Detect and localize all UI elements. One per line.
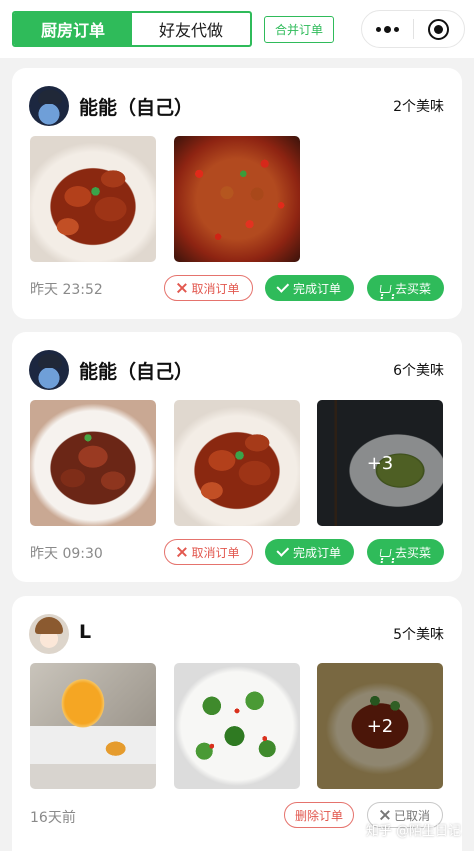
order-time: 16天前: [30, 810, 76, 826]
more-dishes-overlay[interactable]: +2: [317, 663, 443, 789]
dish-image[interactable]: [30, 400, 156, 526]
avatar[interactable]: [29, 350, 69, 390]
check-icon: [276, 279, 290, 293]
tab-kitchen-orders[interactable]: 厨房订单: [14, 13, 132, 45]
order-user-name: L: [79, 621, 92, 643]
order-type-switch: 厨房订单 好友代做: [12, 11, 252, 47]
more-dots-icon: [375, 25, 399, 33]
cancel-order-button[interactable]: 取消订单: [164, 539, 253, 565]
order-user-name: 能能（自己）: [79, 97, 194, 119]
merge-orders-button[interactable]: 合并订单: [264, 16, 334, 43]
more-menu-button[interactable]: [362, 11, 413, 47]
order-card[interactable]: 能能（自己） 6个美味 +3 昨天 09:30 取消订单 完成订单 去买菜: [12, 332, 462, 582]
dish-image[interactable]: [30, 663, 156, 789]
avatar[interactable]: [29, 86, 69, 126]
dish-image[interactable]: +2: [317, 663, 443, 789]
close-icon: [177, 283, 187, 293]
delete-order-button[interactable]: 删除订单: [284, 802, 354, 828]
cancel-order-label: 取消订单: [191, 281, 240, 296]
order-user-name: 能能（自己）: [79, 361, 194, 383]
close-mini-program-button[interactable]: [413, 11, 464, 47]
cancel-order-label: 取消订单: [191, 545, 240, 560]
buy-groceries-label: 去买菜: [394, 281, 431, 296]
watermark: 知乎 @陌生日记: [365, 824, 461, 839]
more-dishes-overlay[interactable]: +3: [317, 400, 443, 526]
dish-count: 5个美味: [393, 627, 444, 643]
top-bar: 厨房订单 好友代做 合并订单: [0, 0, 474, 58]
tab-friend-orders[interactable]: 好友代做: [132, 13, 250, 45]
cart-icon: [379, 548, 392, 557]
complete-order-button[interactable]: 完成订单: [265, 275, 354, 301]
order-time: 昨天 23:52: [30, 282, 103, 298]
dish-image[interactable]: [174, 400, 300, 526]
dish-count: 2个美味: [393, 99, 444, 115]
complete-order-label: 完成订单: [292, 545, 341, 560]
cart-icon: [379, 284, 392, 293]
close-icon: [380, 810, 390, 820]
avatar[interactable]: [29, 614, 69, 654]
complete-order-button[interactable]: 完成订单: [265, 539, 354, 565]
dish-image[interactable]: +3: [317, 400, 443, 526]
buy-groceries-button[interactable]: 去买菜: [367, 275, 444, 301]
check-icon: [276, 543, 290, 557]
buy-groceries-label: 去买菜: [394, 545, 431, 560]
buy-groceries-button[interactable]: 去买菜: [367, 539, 444, 565]
mini-program-capsule: [361, 10, 465, 48]
order-time: 昨天 09:30: [30, 546, 103, 562]
order-card[interactable]: 能能（自己） 2个美味 昨天 23:52 取消订单 完成订单 去买菜: [12, 68, 462, 319]
close-icon: [177, 547, 187, 557]
dish-image[interactable]: [30, 136, 156, 262]
order-card[interactable]: L 5个美味 +2 16天前 删除订单 已取消: [12, 596, 462, 851]
target-close-icon: [428, 18, 450, 40]
dish-image[interactable]: [174, 663, 300, 789]
cancel-order-button[interactable]: 取消订单: [164, 275, 253, 301]
dish-image[interactable]: [174, 136, 300, 262]
dish-count: 6个美味: [393, 363, 444, 379]
complete-order-label: 完成订单: [292, 281, 341, 296]
